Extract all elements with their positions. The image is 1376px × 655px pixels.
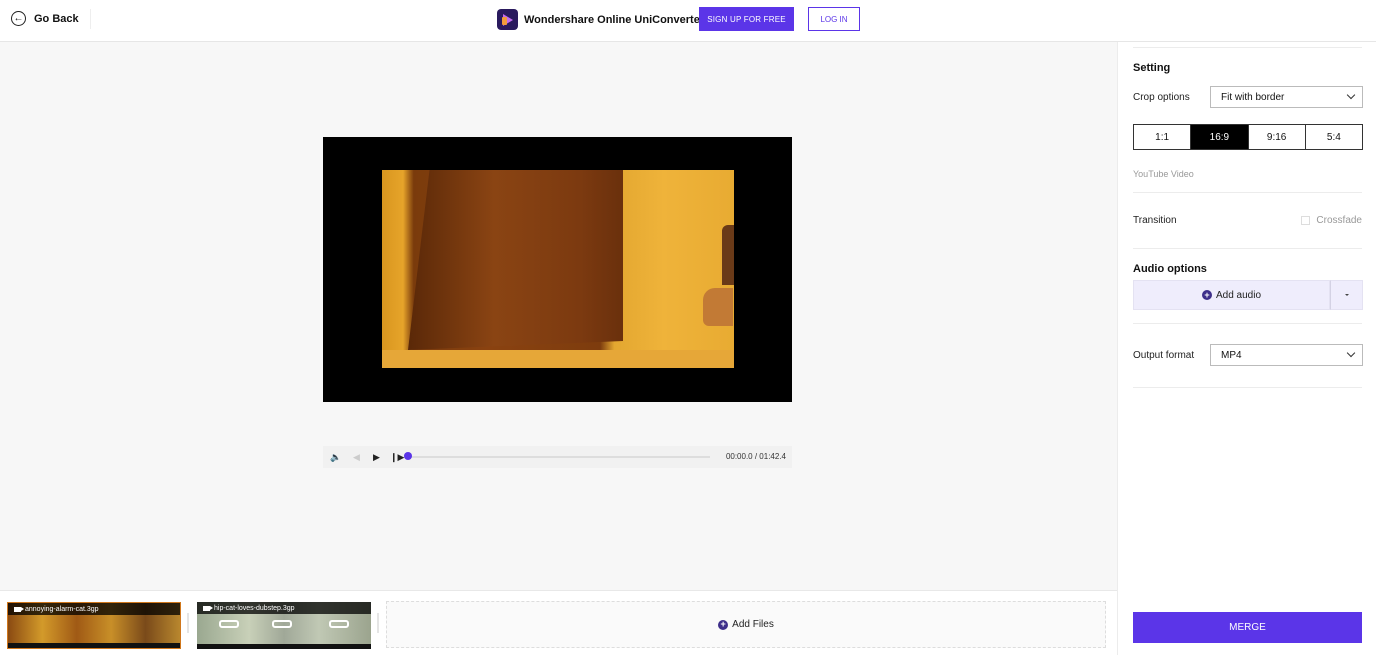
sign-up-button[interactable]: SIGN UP FOR FREE (699, 7, 794, 31)
audio-dropdown-button[interactable] (1330, 280, 1363, 310)
divider (1133, 248, 1362, 249)
merge-button[interactable]: MERGE (1133, 612, 1362, 643)
settings-panel: Setting Crop options Fit with border 1:1… (1117, 42, 1376, 655)
plus-circle-icon: + (718, 619, 729, 630)
clip-separator[interactable] (187, 613, 189, 633)
caret-down-icon (1344, 294, 1349, 296)
add-audio-label: Add audio (1215, 289, 1262, 301)
frame-basket (722, 225, 734, 285)
crossfade-label: Crossfade (1316, 215, 1362, 226)
output-format-value: MP4 (1221, 349, 1242, 361)
video-camera-icon (14, 606, 24, 612)
brand-name: Wondershare Online UniConverter (524, 13, 705, 26)
back-arrow-icon: ← (11, 11, 26, 26)
checkbox-icon[interactable] (1301, 216, 1311, 225)
clip-timeline: annoying-alarm-cat.3gp hip-cat-loves-dub… (0, 590, 1117, 655)
setting-title: Setting (1133, 62, 1171, 74)
seek-handle[interactable] (404, 452, 412, 460)
thumb-glasses (219, 620, 239, 628)
clip-separator[interactable] (377, 613, 379, 633)
clip-item[interactable]: hip-cat-loves-dubstep.3gp (197, 602, 371, 649)
next-frame-icon[interactable]: ❙▶ (390, 451, 404, 463)
play-icon[interactable]: ▶ (373, 451, 380, 463)
frame-door (408, 170, 623, 350)
video-preview[interactable] (323, 137, 792, 402)
output-format-label: Output format (1133, 350, 1195, 361)
divider (1133, 387, 1362, 388)
chevron-down-icon (1346, 90, 1356, 100)
clip-caption: hip-cat-loves-dubstep.3gp (197, 602, 371, 614)
ratio-16-9[interactable]: 16:9 (1191, 125, 1249, 149)
previous-frame-icon[interactable]: ◀ (353, 451, 360, 463)
go-back-button[interactable]: ← Go Back (11, 11, 79, 26)
volume-icon[interactable]: 🔈 (330, 451, 341, 463)
add-files-label: Add Files (732, 619, 774, 630)
uniconverter-logo-icon (497, 9, 518, 30)
clip-caption: annoying-alarm-cat.3gp (8, 603, 180, 615)
ratio-hint: YouTube Video (1133, 169, 1194, 179)
plus-circle-icon: + (1201, 290, 1212, 300)
clip-filename: hip-cat-loves-dubstep.3gp (214, 604, 295, 612)
add-files-button[interactable]: + Add Files (386, 601, 1106, 648)
ratio-9-16[interactable]: 9:16 (1248, 125, 1306, 149)
thumb-glasses (329, 620, 349, 628)
chevron-down-icon (1346, 348, 1356, 358)
frame-cat (703, 288, 733, 326)
ratio-1-1[interactable]: 1:1 (1134, 125, 1192, 149)
seek-bar[interactable] (409, 456, 710, 458)
audio-options-title: Audio options (1133, 263, 1207, 275)
transition-label: Transition (1133, 215, 1177, 226)
log-in-button[interactable]: LOG IN (808, 7, 860, 31)
header-divider (90, 9, 91, 29)
clip-strip (197, 644, 371, 649)
top-header: ← Go Back Wondershare Online UniConverte… (0, 0, 1376, 42)
crossfade-checkbox[interactable]: Crossfade (1301, 215, 1362, 226)
output-format-select[interactable]: MP4 (1210, 344, 1363, 366)
clip-item[interactable]: annoying-alarm-cat.3gp (7, 602, 181, 649)
aspect-ratio-group: 1:1 16:9 9:16 5:4 (1133, 124, 1363, 150)
clip-filename: annoying-alarm-cat.3gp (25, 605, 99, 613)
crop-options-label: Crop options (1133, 92, 1190, 103)
video-camera-icon (203, 605, 213, 611)
video-frame (382, 170, 734, 368)
go-back-label: Go Back (34, 12, 79, 25)
crop-options-select[interactable]: Fit with border (1210, 86, 1363, 108)
add-audio-button[interactable]: + Add audio (1133, 280, 1330, 310)
divider (1133, 323, 1362, 324)
clip-strip (8, 643, 180, 648)
brand[interactable]: Wondershare Online UniConverter (497, 9, 704, 30)
thumb-glasses (272, 620, 292, 628)
player-controls: 🔈 ◀ ▶ ❙▶ 00:00.0 / 01:42.4 (323, 446, 792, 468)
divider (1133, 47, 1362, 48)
divider (1133, 192, 1362, 193)
crop-options-value: Fit with border (1221, 91, 1285, 103)
time-display: 00:00.0 / 01:42.4 (725, 452, 786, 461)
frame-floor (382, 350, 734, 368)
ratio-5-4[interactable]: 5:4 (1305, 125, 1362, 149)
